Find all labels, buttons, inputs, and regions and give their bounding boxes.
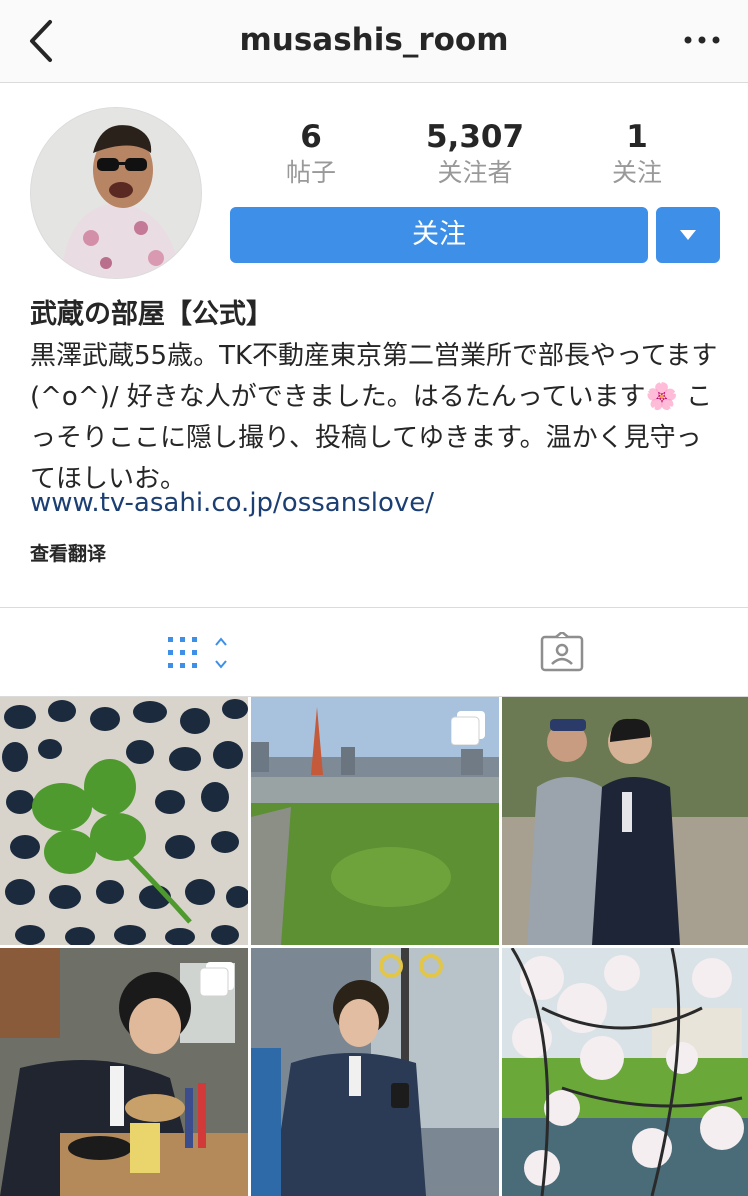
- post-thumbnail-5[interactable]: [251, 948, 499, 1196]
- profile-bio: 黒澤武蔵55歳。TK不動産東京第二営業所で部長やってます(^o^)/ 好きな人が…: [30, 341, 718, 494]
- posts-label: 帖子: [285, 158, 336, 187]
- post-thumbnail-3[interactable]: [502, 697, 748, 945]
- followers-count: 5,307: [425, 119, 525, 155]
- multiple-photos-icon: [451, 711, 485, 745]
- profile-view-tabs: [0, 607, 748, 697]
- stat-posts: 6 帖子: [236, 118, 386, 190]
- profile-display-name: 武蔵の部屋【公式】: [30, 299, 273, 330]
- profile-website-link[interactable]: www.tv-asahi.co.jp/ossanslove/: [30, 484, 434, 522]
- stat-followers[interactable]: 5,307 关注者: [400, 118, 550, 190]
- follow-button[interactable]: 关注: [230, 207, 648, 263]
- caret-down-icon: [680, 230, 696, 240]
- post-thumbnail-1[interactable]: [0, 697, 248, 945]
- followers-label: 关注者: [437, 158, 513, 187]
- photo-man-on-bus: [251, 948, 499, 1196]
- multiple-photos-icon: [200, 962, 234, 996]
- stat-following[interactable]: 1 关注: [562, 118, 712, 190]
- posts-count: 6: [300, 119, 322, 155]
- top-navigation-bar: musashis_room: [0, 0, 748, 83]
- profile-avatar[interactable]: [30, 107, 202, 279]
- more-horizontal-icon[interactable]: [682, 30, 722, 50]
- tagged-person-icon[interactable]: [540, 632, 584, 672]
- avatar-photo: [31, 108, 201, 278]
- post-thumbnail-6[interactable]: [502, 948, 748, 1196]
- profile-username-title: musashis_room: [239, 22, 509, 58]
- see-translation-link[interactable]: 查看翻译: [30, 540, 106, 568]
- post-thumbnail-2[interactable]: [251, 697, 499, 945]
- suggestions-dropdown-button[interactable]: [656, 207, 720, 263]
- following-count: 1: [626, 119, 648, 155]
- photo-two-men-walking: [502, 697, 748, 945]
- photo-cherry-blossoms-river: [502, 948, 748, 1196]
- following-label: 关注: [611, 158, 662, 187]
- grid-icon[interactable]: [168, 635, 232, 671]
- post-thumbnail-4[interactable]: [0, 948, 248, 1196]
- photo-clover-stones: [0, 697, 248, 945]
